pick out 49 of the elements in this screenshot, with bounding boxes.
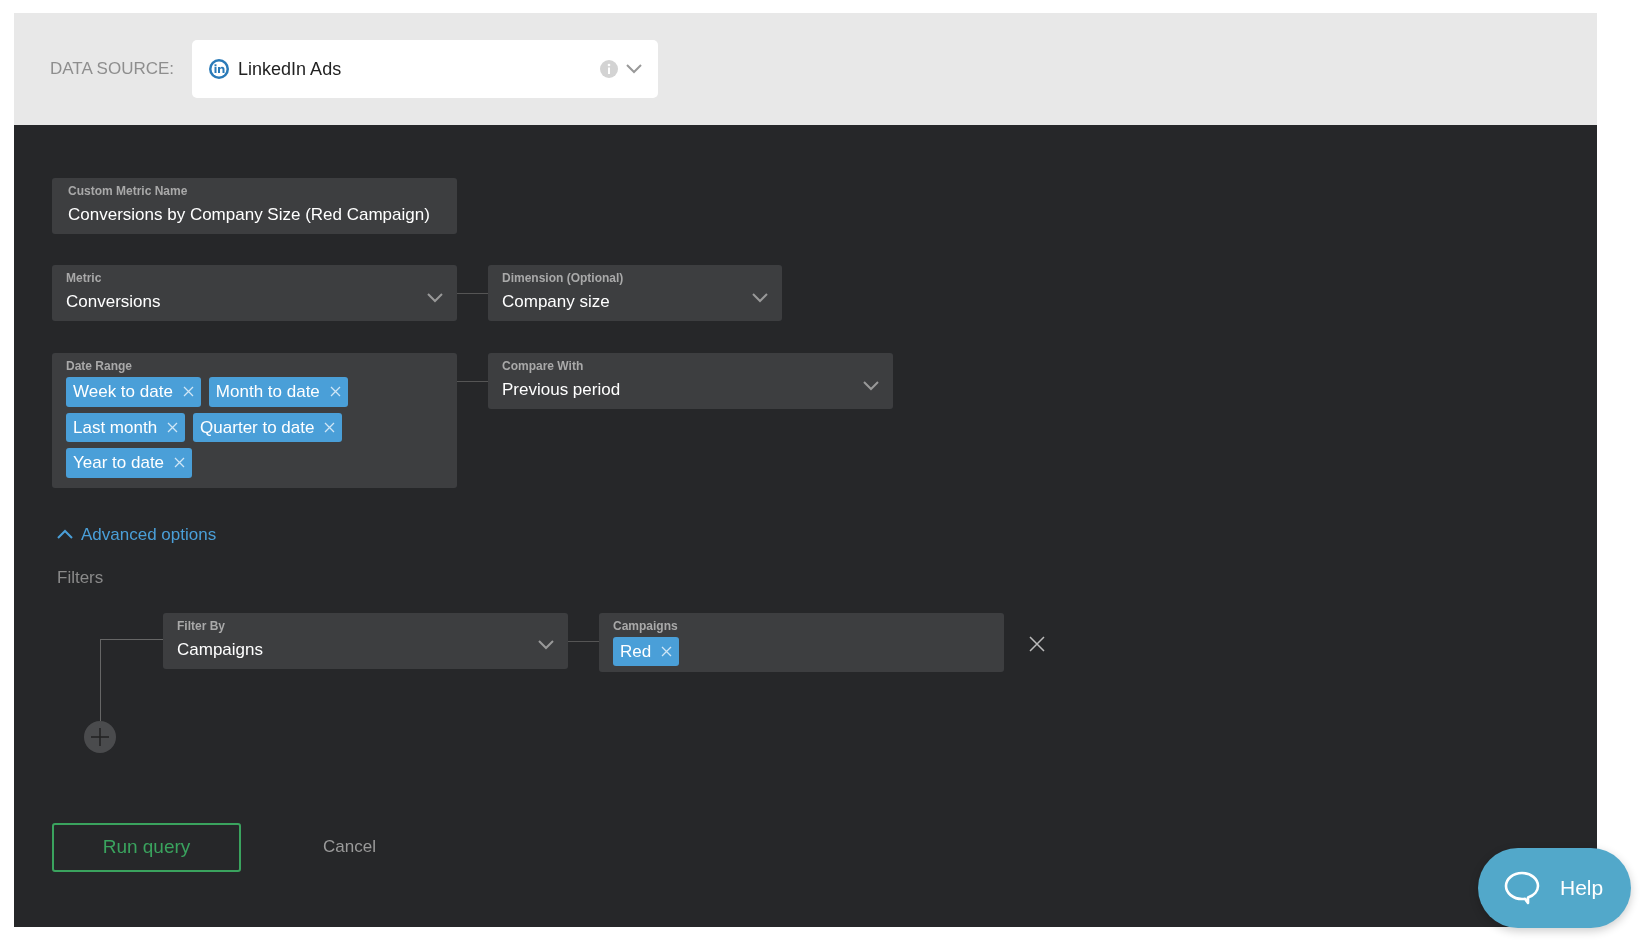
help-button[interactable]: Help <box>1478 848 1631 928</box>
close-icon[interactable] <box>182 386 194 398</box>
close-icon[interactable] <box>324 421 336 433</box>
field-value: Conversions <box>66 291 161 313</box>
field-label: Dimension (Optional) <box>502 270 625 286</box>
field-label: Filter By <box>177 617 226 634</box>
field-label: Custom Metric Name <box>68 183 189 199</box>
advanced-options-toggle[interactable]: Advanced options <box>57 521 217 547</box>
info-icon[interactable] <box>600 60 619 78</box>
tag-chip[interactable]: Month to date <box>208 377 348 407</box>
tag-chip[interactable]: Last month <box>66 412 186 442</box>
chevron-down-icon <box>427 292 443 303</box>
tag-chip[interactable]: Quarter to date <box>193 412 343 442</box>
filters-heading: Filters <box>57 567 105 589</box>
dimension-dropdown[interactable]: Dimension (Optional) Company size <box>488 265 782 321</box>
close-icon <box>1029 636 1045 653</box>
tag-chip[interactable]: Red <box>613 636 680 666</box>
field-value: Company size <box>502 291 610 313</box>
close-icon[interactable] <box>329 386 341 398</box>
close-icon[interactable] <box>174 457 186 469</box>
plus-icon <box>91 727 109 746</box>
date-range-field[interactable]: Date Range Week to date Month to date Last month Quarter to date Year to date <box>52 353 457 488</box>
field-label: Metric <box>66 270 103 286</box>
field-value: Previous period <box>502 379 621 401</box>
campaigns-field[interactable]: Campaigns Red <box>599 612 1004 672</box>
field-value: Conversions by Company Size (Red Campaign) <box>68 204 430 226</box>
tag-chip[interactable]: Week to date <box>66 377 201 407</box>
tag-chip[interactable]: Year to date <box>66 448 193 478</box>
run-query-button[interactable]: Run query <box>52 822 241 872</box>
chevron-down-icon <box>538 640 554 651</box>
data-source-label: DATA SOURCE: <box>50 58 175 81</box>
field-value: Campaigns <box>177 638 263 661</box>
chevron-down-icon <box>626 64 643 74</box>
field-label: Campaigns <box>613 617 679 634</box>
close-icon[interactable] <box>661 645 673 657</box>
chat-bubble-icon <box>1504 871 1540 905</box>
field-label: Compare With <box>502 358 585 374</box>
data-source-dropdown[interactable]: LinkedIn Ads <box>192 40 659 98</box>
compare-with-dropdown[interactable]: Compare With Previous period <box>488 353 893 409</box>
chevron-down-icon <box>863 380 879 391</box>
field-label: Date Range <box>66 358 134 374</box>
chevron-down-icon <box>752 292 768 303</box>
cancel-button[interactable]: Cancel <box>317 833 382 861</box>
linkedin-logo-icon <box>208 58 231 80</box>
add-filter-button[interactable] <box>84 720 116 753</box>
filter-by-dropdown[interactable]: Filter By Campaigns <box>163 612 568 669</box>
close-icon[interactable] <box>167 421 179 433</box>
metric-name-field[interactable]: Custom Metric Name Conversions by Company Size (Red Campaign) <box>52 178 457 234</box>
metric-dropdown[interactable]: Metric Conversions <box>52 265 457 321</box>
